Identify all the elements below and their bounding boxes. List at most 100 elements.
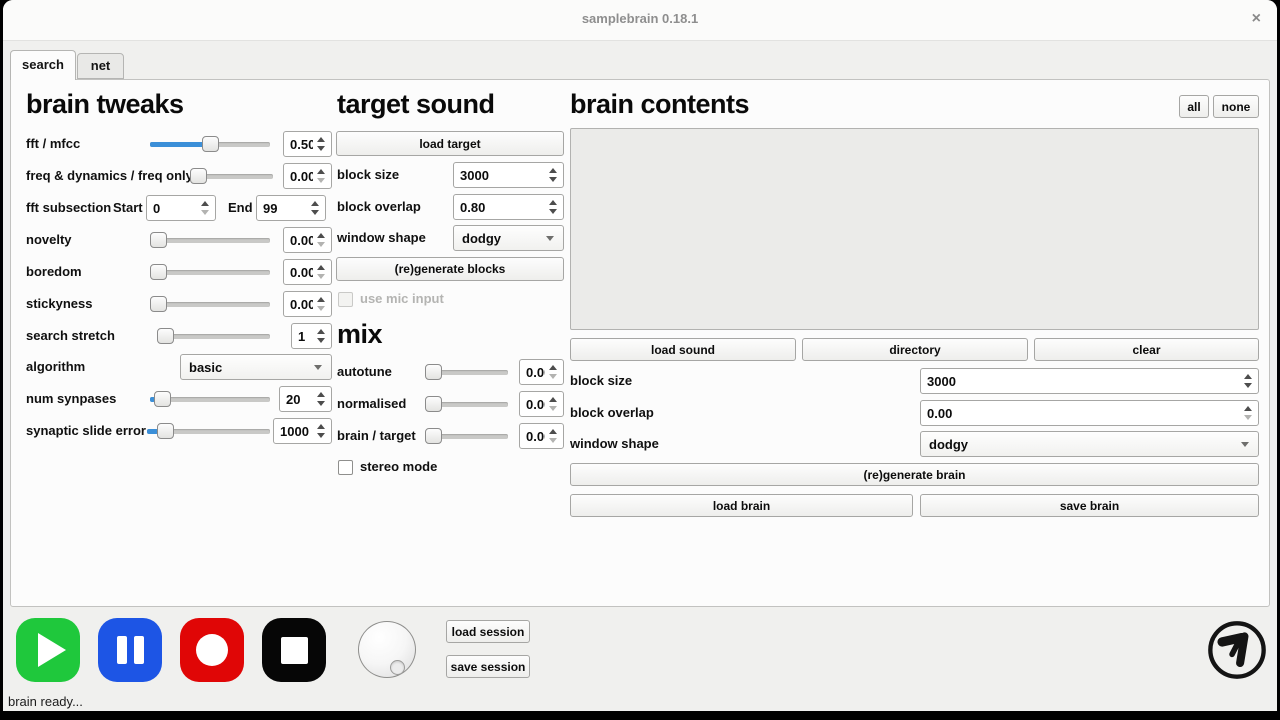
save-session-button[interactable]: save session — [446, 655, 530, 678]
spin-value[interactable]: 0.50 — [284, 137, 313, 152]
tab-net[interactable]: net — [77, 53, 124, 79]
spin-up-icon[interactable] — [201, 201, 209, 206]
spin-value[interactable]: 0.00 — [921, 406, 1240, 421]
spin-value[interactable]: 0.00 — [520, 397, 545, 412]
spin-arrows[interactable] — [545, 168, 563, 182]
slider-handle[interactable] — [190, 168, 207, 184]
select-all-button[interactable]: all — [1179, 95, 1209, 118]
ts-block-size-spinbox[interactable]: 3000 — [453, 162, 564, 188]
spin-value[interactable]: 0.00 — [284, 233, 313, 248]
autotune-spinbox[interactable]: 0.00 — [519, 359, 564, 385]
ts-block-overlap-spinbox[interactable]: 0.80 — [453, 194, 564, 220]
load-brain-button[interactable]: load brain — [570, 494, 913, 517]
spin-value[interactable]: 0 — [147, 201, 197, 216]
synaptic-slide-error-slider[interactable] — [147, 418, 270, 444]
slider-handle[interactable] — [157, 423, 174, 439]
close-icon[interactable]: × — [1252, 10, 1261, 28]
spin-arrows[interactable] — [307, 201, 325, 215]
spin-value[interactable]: 3000 — [921, 374, 1240, 389]
spin-value[interactable]: 20 — [280, 392, 313, 407]
load-sound-button[interactable]: load sound — [570, 338, 796, 361]
spin-arrows[interactable] — [313, 424, 331, 438]
slider-handle[interactable] — [425, 396, 442, 412]
spin-arrows[interactable] — [313, 265, 331, 279]
spin-up-icon[interactable] — [1244, 406, 1252, 411]
clear-button[interactable]: clear — [1034, 338, 1259, 361]
spin-down-icon[interactable] — [1244, 415, 1252, 420]
spin-down-icon[interactable] — [1244, 383, 1252, 388]
spin-value[interactable]: 3000 — [454, 168, 545, 183]
spin-arrows[interactable] — [545, 397, 563, 411]
bc-window-shape-dropdown[interactable]: dodgy — [920, 431, 1259, 457]
spin-down-icon[interactable] — [311, 210, 319, 215]
slider-handle[interactable] — [150, 264, 167, 280]
spin-down-icon[interactable] — [317, 274, 325, 279]
freq-dynamics-slider[interactable] — [190, 163, 273, 189]
spin-arrows[interactable] — [545, 429, 563, 443]
normalised-spinbox[interactable]: 0.00 — [519, 391, 564, 417]
num-synpases-spinbox[interactable]: 20 — [279, 386, 332, 412]
spin-down-icon[interactable] — [317, 433, 325, 438]
spin-up-icon[interactable] — [317, 392, 325, 397]
tab-search[interactable]: search — [10, 50, 76, 80]
search-stretch-slider[interactable] — [157, 323, 270, 349]
spin-value[interactable]: 0.00 — [284, 169, 313, 184]
record-button[interactable] — [180, 618, 244, 682]
slider-handle[interactable] — [425, 428, 442, 444]
spin-arrows[interactable] — [313, 169, 331, 183]
slider-handle[interactable] — [202, 136, 219, 152]
novelty-slider[interactable] — [150, 227, 270, 253]
spin-up-icon[interactable] — [317, 169, 325, 174]
bc-block-overlap-spinbox[interactable]: 0.00 — [920, 400, 1259, 426]
fft-start-spinbox[interactable]: 0 — [146, 195, 216, 221]
play-button[interactable] — [16, 618, 80, 682]
fft-end-spinbox[interactable]: 99 — [256, 195, 326, 221]
spin-arrows[interactable] — [197, 201, 215, 215]
regenerate-brain-button[interactable]: (re)generate brain — [570, 463, 1259, 486]
spin-up-icon[interactable] — [317, 233, 325, 238]
synaptic-slide-error-spinbox[interactable]: 1000 — [273, 418, 332, 444]
spin-up-icon[interactable] — [549, 365, 557, 370]
autotune-slider[interactable] — [425, 359, 508, 385]
spin-value[interactable]: 0.80 — [454, 200, 545, 215]
spin-down-icon[interactable] — [549, 177, 557, 182]
load-target-button[interactable]: load target — [336, 131, 564, 156]
spin-down-icon[interactable] — [549, 438, 557, 443]
spin-arrows[interactable] — [545, 365, 563, 379]
spin-down-icon[interactable] — [317, 178, 325, 183]
spin-up-icon[interactable] — [317, 329, 325, 334]
spin-up-icon[interactable] — [317, 297, 325, 302]
spin-down-icon[interactable] — [317, 306, 325, 311]
spin-up-icon[interactable] — [549, 429, 557, 434]
spin-arrows[interactable] — [313, 329, 331, 343]
spin-down-icon[interactable] — [317, 401, 325, 406]
spin-arrows[interactable] — [313, 297, 331, 311]
spin-down-icon[interactable] — [201, 210, 209, 215]
spin-value[interactable]: 1 — [292, 329, 313, 344]
ts-window-shape-dropdown[interactable]: dodgy — [453, 225, 564, 251]
freq-dynamics-spinbox[interactable]: 0.00 — [283, 163, 332, 189]
normalised-slider[interactable] — [425, 391, 508, 417]
slider-handle[interactable] — [425, 364, 442, 380]
spin-up-icon[interactable] — [311, 201, 319, 206]
num-synpases-slider[interactable] — [150, 386, 270, 412]
volume-knob[interactable] — [358, 621, 416, 678]
boredom-slider[interactable] — [150, 259, 270, 285]
spin-up-icon[interactable] — [549, 168, 557, 173]
brain-target-spinbox[interactable]: 0.00 — [519, 423, 564, 449]
fft-mfcc-spinbox[interactable]: 0.50 — [283, 131, 332, 157]
pause-button[interactable] — [98, 618, 162, 682]
spin-down-icon[interactable] — [317, 146, 325, 151]
boredom-spinbox[interactable]: 0.00 — [283, 259, 332, 285]
stickyness-slider[interactable] — [150, 291, 270, 317]
brain-target-slider[interactable] — [425, 423, 508, 449]
bc-block-size-spinbox[interactable]: 3000 — [920, 368, 1259, 394]
spin-up-icon[interactable] — [1244, 374, 1252, 379]
novelty-spinbox[interactable]: 0.00 — [283, 227, 332, 253]
spin-value[interactable]: 0.00 — [520, 429, 545, 444]
spin-arrows[interactable] — [313, 392, 331, 406]
use-mic-input-checkbox[interactable] — [338, 292, 353, 307]
spin-arrows[interactable] — [1240, 374, 1258, 388]
spin-value[interactable]: 99 — [257, 201, 307, 216]
algorithm-dropdown[interactable]: basic — [180, 354, 332, 380]
